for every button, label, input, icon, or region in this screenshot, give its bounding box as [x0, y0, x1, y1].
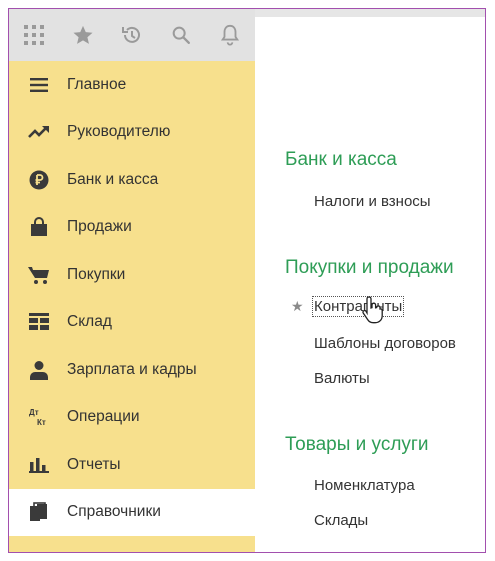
sidebar: Главное Руководителю Банк и касса Продаж… [9, 61, 255, 552]
sidebar-item-label: Зарплата и кадры [67, 360, 197, 378]
link-contract-templates[interactable]: Шаблоны договоров [314, 335, 456, 352]
history-icon[interactable] [107, 9, 156, 61]
sidebar-item-sales[interactable]: Продажи [9, 204, 255, 252]
section-title: Покупки и продажи [285, 257, 454, 278]
link-nomenclature[interactable]: Номенклатура [314, 477, 415, 494]
sidebar-item-label: Банк и касса [67, 170, 159, 188]
apps-grid-icon[interactable] [9, 9, 58, 61]
link-currencies[interactable]: Валюты [314, 370, 370, 387]
link-warehouses[interactable]: Склады [314, 512, 368, 529]
menu-lines-icon [27, 73, 51, 97]
cart-icon [27, 263, 51, 287]
sidebar-item-label: Руководителю [67, 123, 171, 141]
sidebar-item-references[interactable]: Справочники [9, 488, 255, 536]
sidebar-item-label: Склад [67, 313, 112, 331]
books-icon [27, 500, 51, 524]
section-panel: Банк и касса Налоги и взносы Покупки и п… [255, 17, 485, 552]
debit-credit-icon: Дт Кт [27, 405, 51, 429]
person-icon [27, 358, 51, 382]
top-strip [255, 9, 485, 17]
sidebar-item-operations[interactable]: Дт Кт Операции [9, 394, 255, 442]
sidebar-item-bank[interactable]: Банк и касса [9, 156, 255, 204]
warehouse-icon [27, 310, 51, 334]
svg-text:Кт: Кт [37, 418, 46, 427]
sidebar-item-reports[interactable]: Отчеты [9, 441, 255, 489]
sidebar-item-purchases[interactable]: Покупки [9, 251, 255, 299]
hand-cursor-icon [362, 296, 383, 324]
sidebar-item-main[interactable]: Главное [9, 61, 255, 109]
sidebar-item-label: Отчеты [67, 455, 121, 473]
ruble-coin-icon [27, 168, 51, 192]
sidebar-item-salary[interactable]: Зарплата и кадры [9, 346, 255, 394]
bar-chart-icon [27, 453, 51, 477]
search-icon[interactable] [156, 9, 205, 61]
section-title: Банк и касса [285, 149, 397, 170]
link-counterparties[interactable]: Контрагенты [311, 296, 405, 317]
favorite-star-icon[interactable]: ★ [291, 298, 304, 315]
trend-up-icon [27, 120, 51, 144]
bell-icon[interactable] [205, 9, 254, 61]
window-frame: Главное Руководителю Банк и касса Продаж… [8, 8, 486, 553]
sidebar-item-label: Продажи [67, 218, 132, 236]
sidebar-item-label: Главное [67, 75, 127, 93]
sidebar-item-warehouse[interactable]: Склад [9, 299, 255, 347]
svg-text:Дт: Дт [29, 408, 39, 417]
sidebar-item-label: Операции [67, 408, 140, 426]
star-icon[interactable] [58, 9, 107, 61]
top-toolbar [9, 9, 255, 61]
sidebar-item-label: Справочники [67, 503, 161, 521]
sidebar-item-manager[interactable]: Руководителю [9, 109, 255, 157]
shopping-bag-icon [27, 215, 51, 239]
link-taxes[interactable]: Налоги и взносы [314, 193, 431, 210]
section-title: Товары и услуги [285, 434, 429, 455]
sidebar-item-label: Покупки [67, 265, 126, 283]
